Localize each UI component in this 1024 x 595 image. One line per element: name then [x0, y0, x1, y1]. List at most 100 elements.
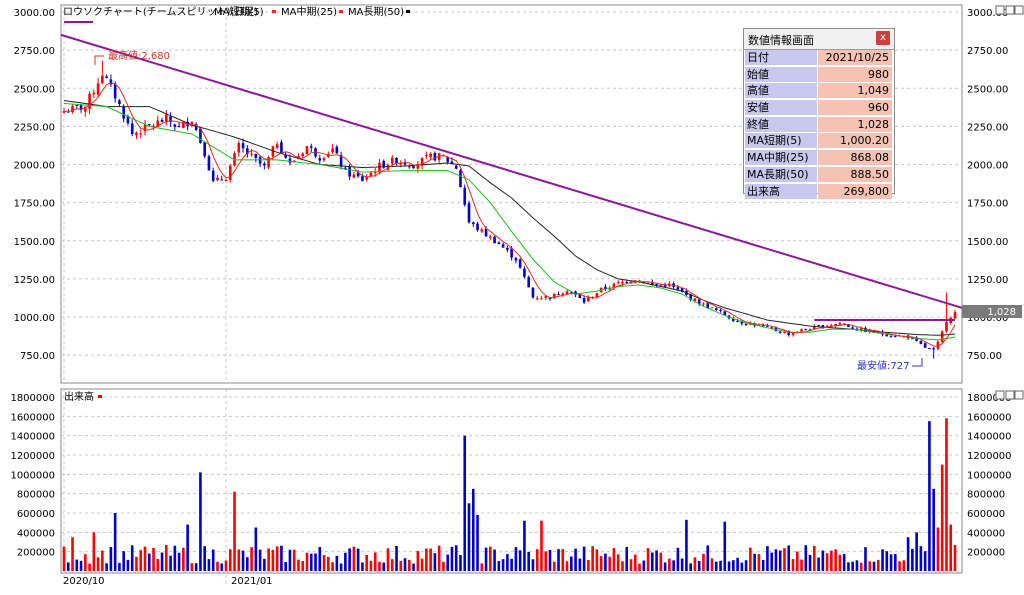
- candle-body: [535, 298, 539, 300]
- volume-bar: [429, 548, 432, 571]
- info-row-label: 高値: [745, 83, 817, 99]
- volume-bar: [710, 558, 714, 571]
- volume-bar: [105, 563, 108, 571]
- info-row: 安値 960: [744, 100, 894, 117]
- volume-bar: [795, 551, 799, 571]
- candle-body: [373, 172, 377, 174]
- candle-body: [625, 281, 629, 283]
- volume-bar: [702, 553, 705, 571]
- volume-bar: [361, 562, 364, 571]
- candle-body: [953, 312, 957, 319]
- volume-bar: [454, 545, 458, 571]
- candle-body: [390, 157, 394, 164]
- candle-body: [817, 325, 820, 327]
- volume-bar: [135, 556, 138, 571]
- price-tick-label-left: 2500.00: [14, 84, 55, 95]
- info-row-label: 出来高: [745, 183, 817, 199]
- volume-bar: [348, 548, 351, 571]
- volume-bar: [680, 558, 684, 571]
- candle-body: [800, 329, 803, 332]
- close-icon[interactable]: x: [876, 31, 890, 45]
- volume-tick-label-right: 1800000: [967, 393, 1012, 404]
- candle-body: [659, 284, 663, 286]
- volume-bar: [945, 418, 948, 571]
- candle-body: [412, 165, 415, 169]
- volume-bar: [659, 552, 663, 571]
- price-tick-label-left: 3000.00: [14, 8, 55, 19]
- volume-bar: [757, 554, 761, 571]
- volume-bar: [433, 553, 437, 571]
- volume-bar: [339, 563, 343, 571]
- price-tick-label-left: 1250.00: [14, 275, 55, 286]
- current-price-tag: 1,028: [962, 305, 1022, 318]
- volume-bar: [139, 550, 143, 571]
- volume-bar: [403, 558, 407, 571]
- volume-bar: [395, 546, 398, 571]
- info-row: 始値 980: [744, 66, 894, 84]
- info-panel-titlebar[interactable]: 数値情報画面 x: [744, 29, 894, 50]
- volume-bar: [101, 550, 104, 571]
- volume-bar: [369, 560, 373, 571]
- info-row-value: 1,000.20: [818, 133, 892, 149]
- volume-bar: [655, 550, 658, 571]
- candle-body: [280, 142, 283, 154]
- candle-body: [523, 268, 526, 277]
- volume-bar: [608, 556, 611, 571]
- info-row: MA長期(50) 888.50: [744, 166, 894, 184]
- minimize-icon[interactable]: [995, 5, 1005, 15]
- volume-minimize-icon[interactable]: [995, 390, 1005, 400]
- candle-body: [851, 327, 854, 329]
- volume-bar: [518, 550, 522, 571]
- volume-bar: [399, 560, 403, 571]
- volume-bar: [587, 560, 590, 571]
- candle-body: [335, 146, 339, 154]
- info-row-value: 269,800: [818, 183, 892, 199]
- price-tick-label-right: 2000.00: [967, 161, 1008, 172]
- volume-bar: [663, 562, 667, 571]
- candle-body: [714, 308, 718, 311]
- maximize-icon[interactable]: [1005, 5, 1015, 15]
- candle-body: [135, 132, 138, 136]
- volume-bar: [459, 555, 462, 571]
- volume-bar: [263, 558, 266, 571]
- low-annotation-text: 最安値:727: [857, 359, 909, 372]
- volume-maximize-icon[interactable]: [1005, 390, 1015, 400]
- volume-bar: [207, 559, 211, 571]
- candle-body: [540, 298, 543, 300]
- volume-bar: [373, 552, 377, 571]
- info-row-value: 1,049: [818, 83, 892, 99]
- volume-bar: [292, 549, 296, 571]
- volume-bar: [855, 560, 859, 571]
- volume-bar: [736, 557, 739, 571]
- volume-bar: [365, 554, 368, 571]
- candle-body: [305, 146, 309, 155]
- volume-bar: [416, 550, 420, 571]
- candle-body: [587, 297, 590, 302]
- volume-bar: [847, 562, 850, 571]
- volume-bar: [574, 548, 577, 571]
- volume-bar: [113, 513, 117, 571]
- info-panel[interactable]: 数値情報画面 x 日付 2021/10/25 始値 980 高値 1,049 安値 960 終値…: [743, 28, 895, 201]
- candle-body: [928, 348, 931, 350]
- volume-bar: [450, 546, 454, 571]
- volume-bar: [489, 546, 492, 571]
- candle-body: [211, 170, 215, 181]
- volume-bar: [582, 546, 586, 571]
- restore-icon[interactable]: [1014, 5, 1024, 15]
- volume-bar: [288, 549, 292, 571]
- volume-bar: [224, 560, 228, 571]
- volume-tick-label-left: 600000: [17, 509, 55, 520]
- candle-body: [885, 334, 889, 337]
- volume-bar: [314, 553, 317, 571]
- volume-bar: [506, 554, 509, 571]
- volume-tick-label-left: 1000000: [10, 470, 55, 481]
- volume-panel-controls[interactable]: [995, 390, 1024, 400]
- volume-bar: [228, 549, 232, 571]
- candle-body: [676, 287, 680, 290]
- volume-bar: [766, 546, 769, 571]
- volume-bar: [425, 548, 428, 571]
- volume-restore-icon[interactable]: [1014, 390, 1024, 400]
- volume-bar: [629, 559, 633, 571]
- candle-body: [160, 120, 164, 122]
- price-panel-controls[interactable]: [995, 5, 1024, 15]
